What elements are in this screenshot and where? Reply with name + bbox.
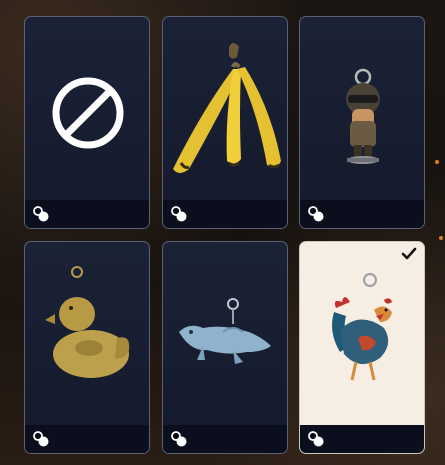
blue-axolotl-charm-icon [179, 298, 271, 364]
charm-ring-icon [33, 206, 49, 222]
golden-duck-charm-icon [45, 266, 130, 378]
card-footer [300, 425, 424, 453]
none-icon [52, 77, 124, 149]
charm-ring-icon [308, 431, 324, 447]
charm-ring-icon [308, 206, 324, 222]
charm-ring-icon [171, 206, 187, 222]
charm-ring-icon [171, 431, 187, 447]
charm-card-axolotl[interactable] [162, 241, 288, 454]
charm-card-rooster[interactable] [299, 241, 425, 454]
charm-card-none[interactable] [24, 16, 150, 229]
card-footer [300, 200, 424, 228]
rooster-charm-icon [332, 273, 392, 381]
charm-card-soldier[interactable] [299, 16, 425, 229]
card-footer [25, 425, 149, 453]
charm-grid [0, 0, 445, 465]
card-footer [25, 200, 149, 228]
soldier-figurine-charm-icon [346, 68, 380, 164]
card-footer [163, 425, 287, 453]
card-footer [163, 200, 287, 228]
charm-ring-icon [33, 431, 49, 447]
charm-card-bananas[interactable] [162, 16, 288, 229]
charm-card-duck[interactable] [24, 241, 150, 454]
banana-charm-icon [173, 43, 281, 173]
